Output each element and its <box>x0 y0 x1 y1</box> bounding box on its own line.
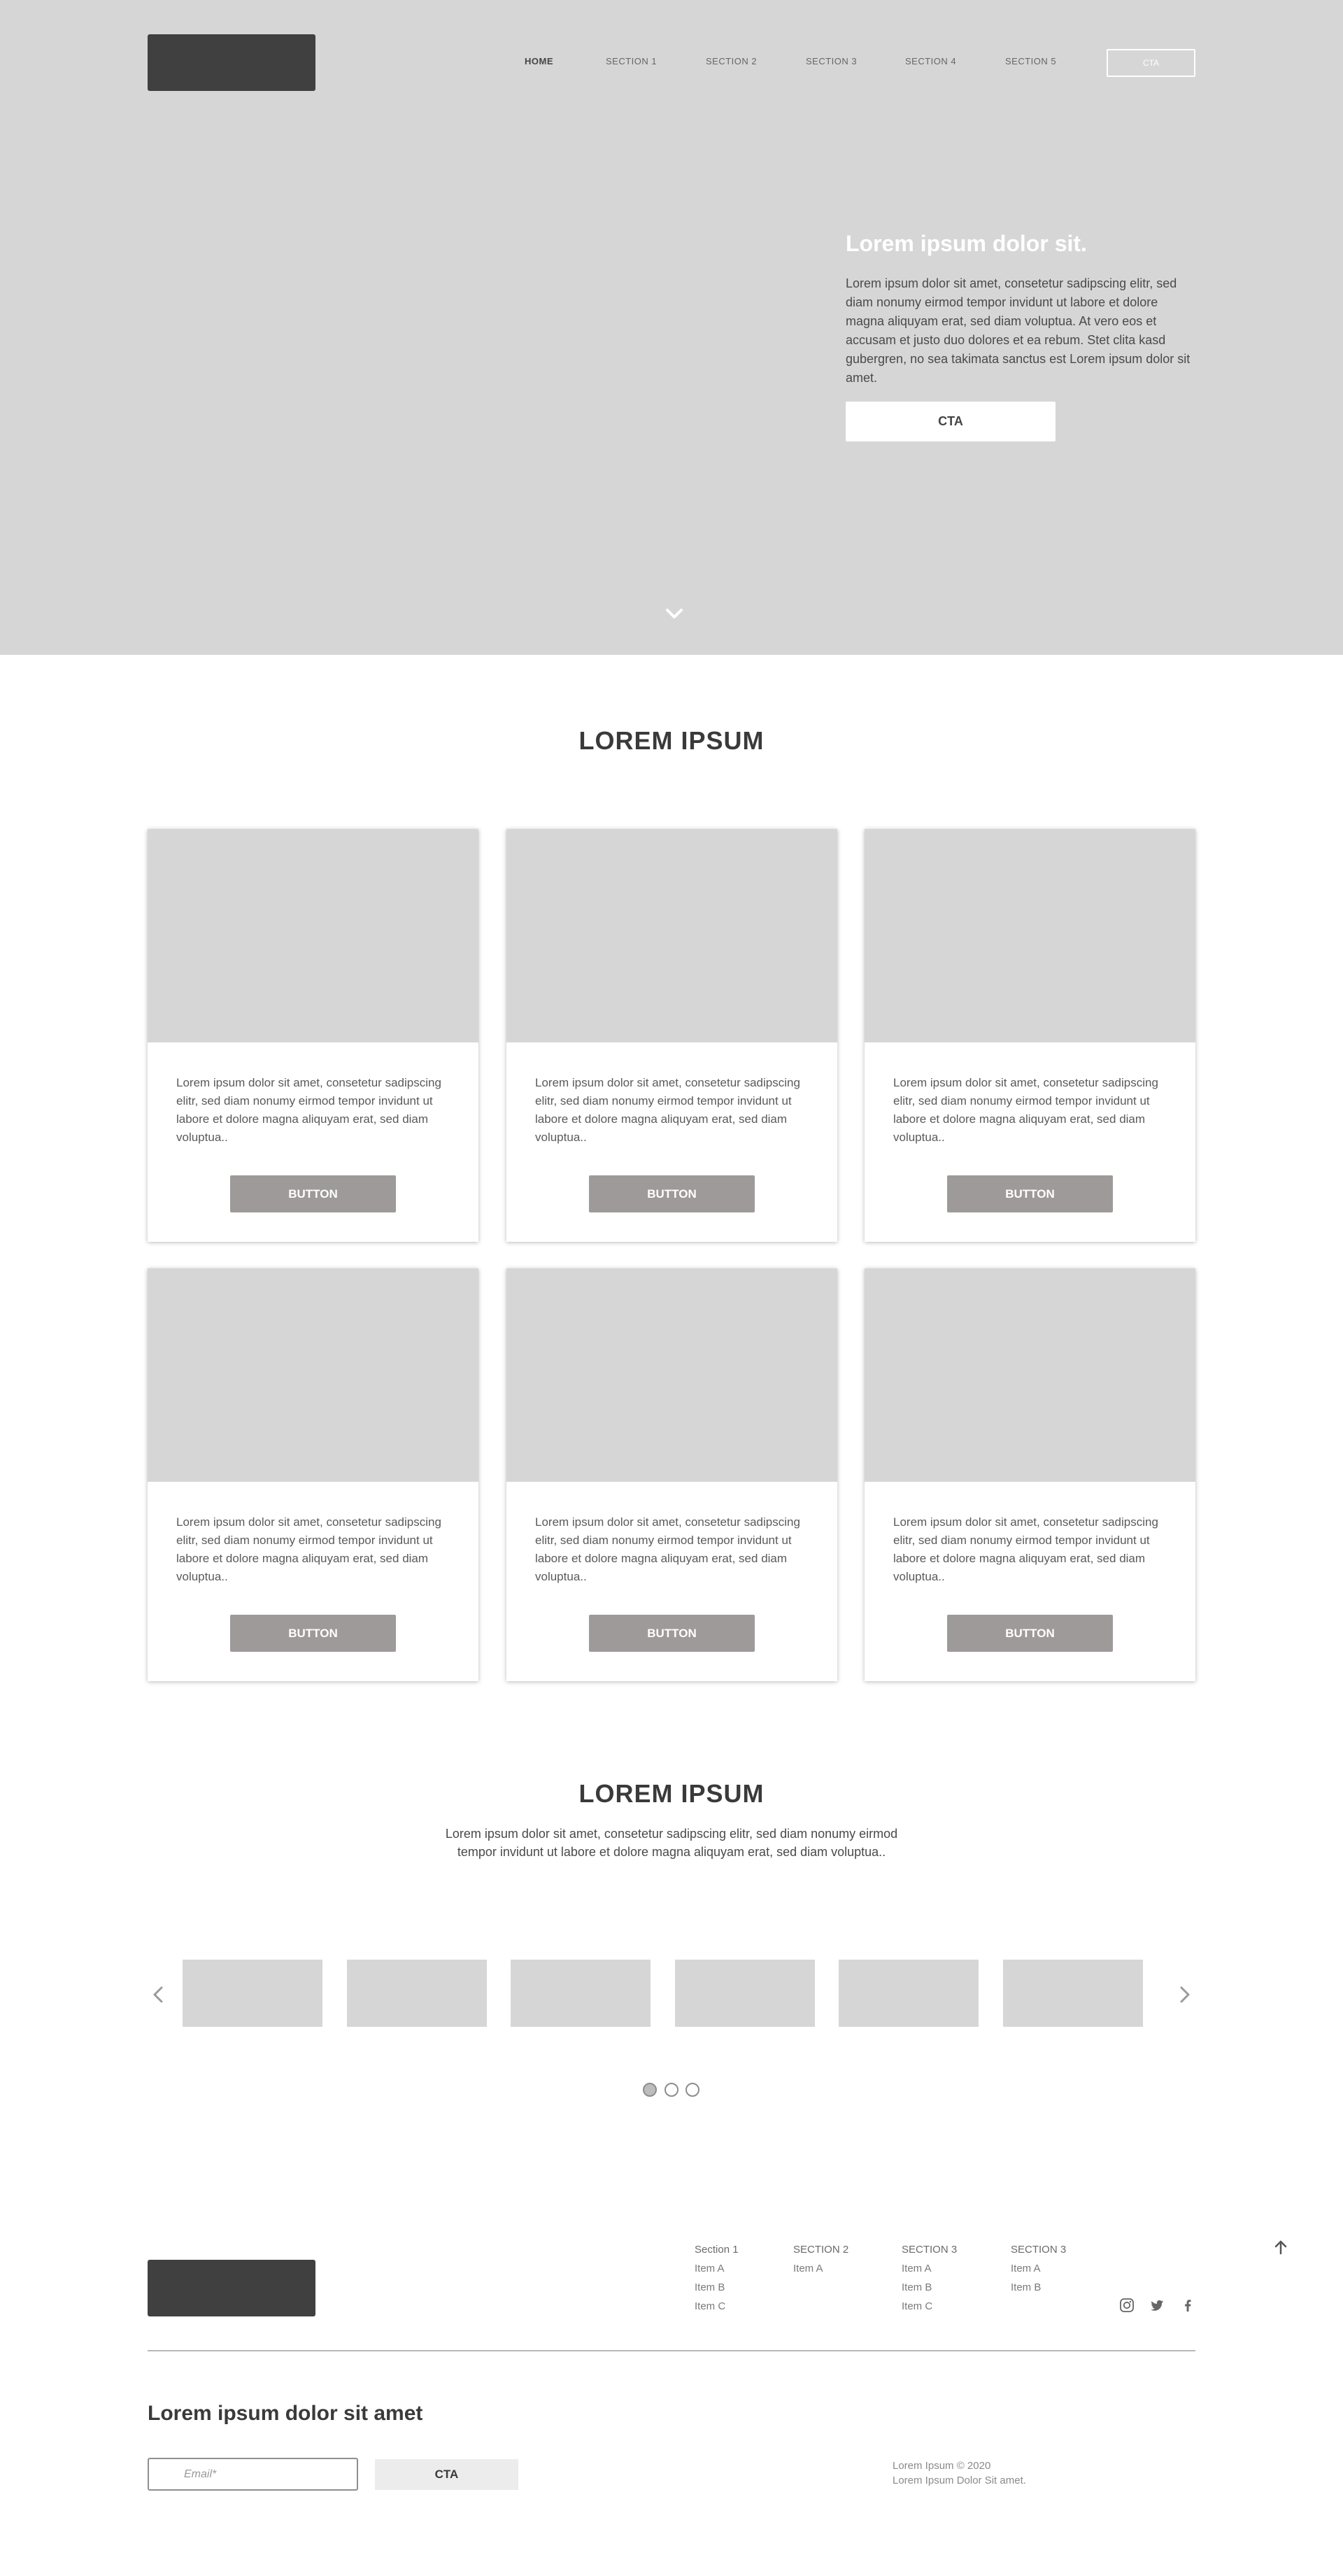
footer-link[interactable]: Item A <box>695 2259 739 2278</box>
copyright: Lorem Ipsum © 2020 Lorem Ipsum Dolor Sit… <box>893 2458 1026 2488</box>
carousel-item[interactable] <box>183 1960 322 2027</box>
footer-column-heading[interactable]: SECTION 3 <box>1011 2240 1066 2259</box>
footer-link[interactable]: Item B <box>1011 2278 1066 2297</box>
carousel-dot-2[interactable] <box>665 2083 678 2097</box>
footer-link[interactable]: Item C <box>902 2297 957 2316</box>
newsletter-title: Lorem ipsum dolor sit amet <box>148 2402 423 2425</box>
footer-link[interactable]: Item B <box>695 2278 739 2297</box>
carousel-item[interactable] <box>511 1960 651 2027</box>
nav-section-4[interactable]: SECTION 4 <box>905 56 956 66</box>
footer-logo[interactable] <box>148 2260 315 2316</box>
card-button[interactable]: BUTTON <box>589 1175 755 1212</box>
arrow-up-icon[interactable] <box>1273 2239 1288 2256</box>
copyright-line: Lorem Ipsum Dolor Sit amet. <box>893 2475 1026 2486</box>
footer-column: SECTION 3 Item A Item B Item C <box>902 2240 957 2316</box>
footer-link[interactable]: Item A <box>793 2259 848 2278</box>
facebook-icon[interactable] <box>1180 2298 1195 2313</box>
chevron-left-icon[interactable] <box>150 1983 166 2007</box>
footer-link[interactable]: Item A <box>1011 2259 1066 2278</box>
card: Lorem ipsum dolor sit amet, consetetur s… <box>148 829 478 1242</box>
footer-link[interactable]: Item C <box>695 2297 739 2316</box>
carousel-item[interactable] <box>1003 1960 1143 2027</box>
footer-column: SECTION 3 Item A Item B <box>1011 2240 1066 2297</box>
chevron-down-icon[interactable] <box>662 603 687 624</box>
newsletter-cta-button[interactable]: CTA <box>375 2459 518 2490</box>
card-text: Lorem ipsum dolor sit amet, consetetur s… <box>176 1515 441 1583</box>
instagram-icon[interactable] <box>1119 2298 1135 2313</box>
card: Lorem ipsum dolor sit amet, consetetur s… <box>865 1268 1195 1681</box>
card: Lorem ipsum dolor sit amet, consetetur s… <box>506 829 837 1242</box>
footer-column: Section 1 Item A Item B Item C <box>695 2240 739 2316</box>
nav-section-2[interactable]: SECTION 2 <box>706 56 757 66</box>
card-image <box>148 829 478 1042</box>
card-text: Lorem ipsum dolor sit amet, consetetur s… <box>893 1076 1158 1144</box>
card: Lorem ipsum dolor sit amet, consetetur s… <box>148 1268 478 1681</box>
carousel-section-text: Lorem ipsum dolor sit amet, consetetur s… <box>0 1825 1343 1861</box>
card-image <box>865 1268 1195 1482</box>
footer-divider <box>148 2350 1195 2351</box>
header-logo[interactable] <box>148 34 315 91</box>
carousel-item[interactable] <box>347 1960 487 2027</box>
card-text: Lorem ipsum dolor sit amet, consetetur s… <box>176 1076 441 1144</box>
card-image <box>865 829 1195 1042</box>
card-image <box>506 1268 837 1482</box>
nav-section-1[interactable]: SECTION 1 <box>606 56 657 66</box>
card-button[interactable]: BUTTON <box>947 1175 1113 1212</box>
copyright-line: Lorem Ipsum © 2020 <box>893 2460 991 2472</box>
footer-link[interactable]: Item B <box>902 2278 957 2297</box>
card-image <box>148 1268 478 1482</box>
footer-column-heading[interactable]: SECTION 3 <box>902 2240 957 2259</box>
carousel-text-line: Lorem ipsum dolor sit amet, consetetur s… <box>445 1827 898 1841</box>
footer-link[interactable]: Item A <box>902 2259 957 2278</box>
card-button[interactable]: BUTTON <box>947 1615 1113 1652</box>
carousel-text-line: tempor invidunt ut labore et dolore magn… <box>457 1845 886 1859</box>
carousel-dot-3[interactable] <box>685 2083 699 2097</box>
card-text: Lorem ipsum dolor sit amet, consetetur s… <box>535 1515 800 1583</box>
nav-section-3[interactable]: SECTION 3 <box>806 56 857 66</box>
card-text: Lorem ipsum dolor sit amet, consetetur s… <box>535 1076 800 1144</box>
carousel-item[interactable] <box>675 1960 815 2027</box>
footer-column: SECTION 2 Item A <box>793 2240 848 2278</box>
card-image <box>506 829 837 1042</box>
hero-cta-button[interactable]: CTA <box>846 402 1056 441</box>
nav-home[interactable]: HOME <box>525 56 553 66</box>
carousel-dot-1[interactable] <box>643 2083 657 2097</box>
card-button[interactable]: BUTTON <box>589 1615 755 1652</box>
cards-section-title: LOREM IPSUM <box>578 726 765 755</box>
twitter-icon[interactable] <box>1149 2298 1165 2313</box>
header-cta-button[interactable]: CTA <box>1107 49 1195 77</box>
carousel-section-title: LOREM IPSUM <box>578 1779 765 1808</box>
card-text: Lorem ipsum dolor sit amet, consetetur s… <box>893 1515 1158 1583</box>
carousel-item[interactable] <box>839 1960 979 2027</box>
card-button[interactable]: BUTTON <box>230 1615 396 1652</box>
email-field[interactable] <box>148 2458 358 2491</box>
card-button[interactable]: BUTTON <box>230 1175 396 1212</box>
footer-column-heading[interactable]: Section 1 <box>695 2240 739 2259</box>
hero-title: Lorem ipsum dolor sit. <box>846 231 1087 256</box>
chevron-right-icon[interactable] <box>1177 1983 1193 2007</box>
nav-section-5[interactable]: SECTION 5 <box>1005 56 1056 66</box>
hero-section: HOME SECTION 1 SECTION 2 SECTION 3 SECTI… <box>0 0 1343 655</box>
card: Lorem ipsum dolor sit amet, consetetur s… <box>865 829 1195 1242</box>
footer-column-heading[interactable]: SECTION 2 <box>793 2240 848 2259</box>
card: Lorem ipsum dolor sit amet, consetetur s… <box>506 1268 837 1681</box>
hero-text: Lorem ipsum dolor sit amet, consetetur s… <box>846 276 1191 385</box>
